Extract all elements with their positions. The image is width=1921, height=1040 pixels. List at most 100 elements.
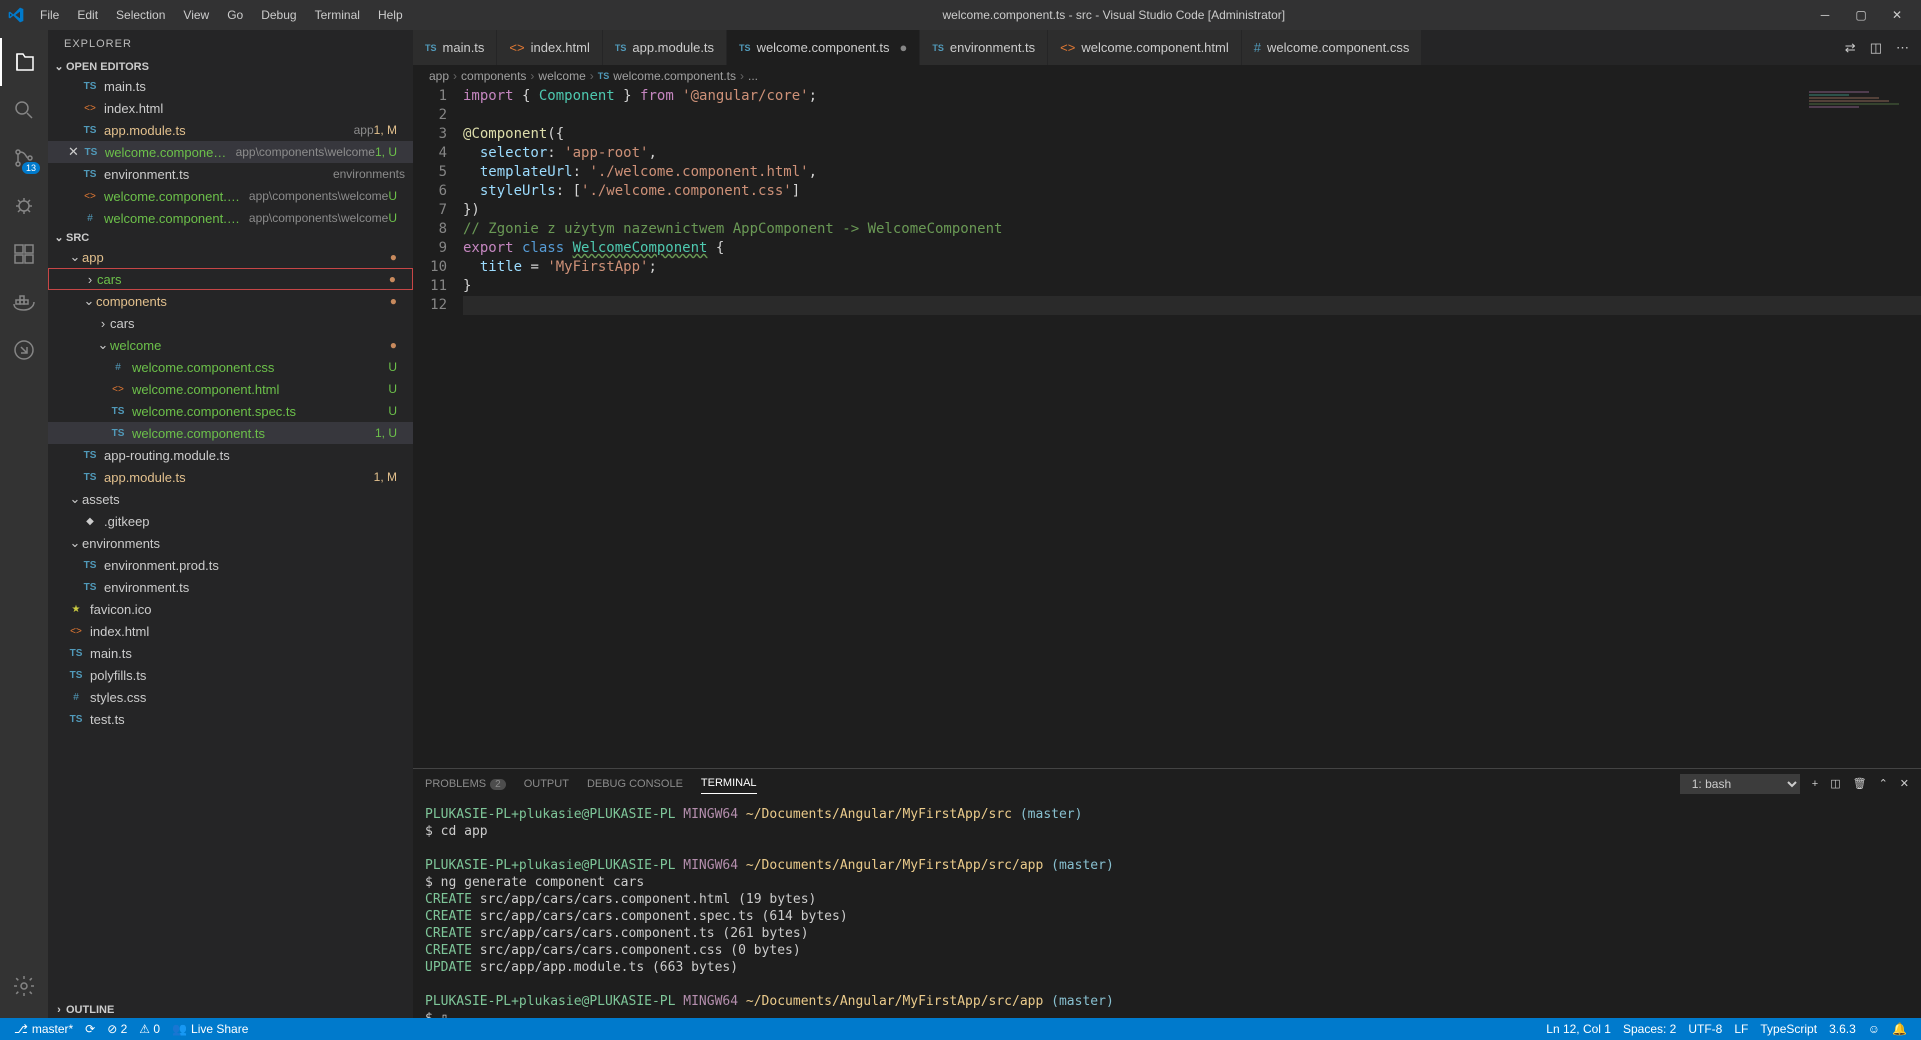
editor-tab[interactable]: TSapp.module.ts: [603, 30, 727, 65]
tree-file[interactable]: TSwelcome.component.ts1, U: [48, 422, 413, 444]
tree-folder[interactable]: ⌄app●: [48, 246, 413, 268]
editor-tab[interactable]: TSenvironment.ts: [920, 30, 1048, 65]
tab-label: app.module.ts: [632, 40, 714, 55]
tree-file[interactable]: TSwelcome.component.spec.tsU: [48, 400, 413, 422]
tab-debug-console[interactable]: DEBUG CONSOLE: [587, 774, 683, 794]
src-header[interactable]: ⌄SRC: [48, 229, 413, 246]
status-lang[interactable]: TypeScript: [1754, 1022, 1823, 1036]
editor-tab[interactable]: TSwelcome.component.ts●: [727, 30, 920, 65]
breadcrumb-item[interactable]: welcome: [538, 69, 585, 83]
tree-file[interactable]: TSpolyfills.ts: [48, 664, 413, 686]
terminal[interactable]: PLUKASIE-PL+plukasie@PLUKASIE-PL MINGW64…: [413, 798, 1921, 1018]
status-spaces[interactable]: Spaces: 2: [1617, 1022, 1682, 1036]
close-window-button[interactable]: ✕: [1889, 8, 1905, 22]
open-editor-item[interactable]: TSapp.module.tsapp1, M: [48, 119, 413, 141]
tree-file[interactable]: #welcome.component.cssU: [48, 356, 413, 378]
status-liveshare[interactable]: 👥 Live Share: [166, 1022, 254, 1036]
menu-edit[interactable]: Edit: [69, 4, 106, 26]
tree-file[interactable]: ◆.gitkeep: [48, 510, 413, 532]
breadcrumb-item[interactable]: app: [429, 69, 449, 83]
status-encoding[interactable]: UTF-8: [1682, 1022, 1728, 1036]
code-editor[interactable]: 123456789101112 import { Component } fro…: [413, 87, 1921, 768]
breadcrumb[interactable]: app› components› welcome› TS welcome.com…: [413, 65, 1921, 87]
open-editor-item[interactable]: TSenvironment.tsenvironments: [48, 163, 413, 185]
outline-header[interactable]: ›OUTLINE: [48, 1002, 413, 1018]
maximize-button[interactable]: ▢: [1853, 8, 1869, 22]
activity-explorer[interactable]: [0, 38, 48, 86]
tree-file[interactable]: TSenvironment.prod.ts: [48, 554, 413, 576]
open-editor-item[interactable]: ✕TSwelcome.component.tsapp\components\we…: [48, 141, 413, 163]
tree-file[interactable]: TSapp-routing.module.ts: [48, 444, 413, 466]
tree-folder[interactable]: ›cars●: [48, 268, 413, 290]
editor-tab[interactable]: TSmain.ts: [413, 30, 497, 65]
breadcrumb-item[interactable]: ...: [748, 69, 758, 83]
activity-search[interactable]: [0, 86, 48, 134]
status-sync[interactable]: ⟳: [79, 1022, 101, 1036]
terminal-select[interactable]: 1: bash: [1680, 774, 1800, 794]
open-editors-header[interactable]: ⌄OPEN EDITORS: [48, 58, 413, 75]
status-feedback[interactable]: ☺: [1862, 1022, 1886, 1036]
menu-selection[interactable]: Selection: [108, 4, 173, 26]
code-content[interactable]: import { Component } from '@angular/core…: [463, 87, 1921, 768]
activity-test[interactable]: [0, 326, 48, 374]
tab-dirty-icon[interactable]: ●: [900, 40, 908, 55]
status-cursor[interactable]: Ln 12, Col 1: [1540, 1022, 1617, 1036]
editor-tab[interactable]: #welcome.component.css: [1242, 30, 1423, 65]
menu-go[interactable]: Go: [219, 4, 251, 26]
menu-debug[interactable]: Debug: [253, 4, 304, 26]
editor-tab[interactable]: <>index.html: [497, 30, 602, 65]
activity-extensions[interactable]: [0, 230, 48, 278]
close-panel-icon[interactable]: ✕: [1900, 777, 1909, 790]
tab-terminal[interactable]: TERMINAL: [701, 773, 757, 794]
compare-icon[interactable]: ⇄: [1845, 40, 1856, 56]
tree-file[interactable]: TSenvironment.ts: [48, 576, 413, 598]
activity-settings[interactable]: [0, 962, 48, 1010]
chevron-icon: ⌄: [96, 337, 110, 353]
tab-output[interactable]: OUTPUT: [524, 774, 569, 794]
split-editor-icon[interactable]: ◫: [1870, 40, 1882, 56]
status-bell[interactable]: 🔔: [1886, 1022, 1913, 1036]
tree-folder[interactable]: ›cars: [48, 312, 413, 334]
minimize-button[interactable]: ─: [1817, 8, 1833, 22]
minimap[interactable]: [1809, 91, 1909, 121]
status-warnings[interactable]: ⚠ 0: [133, 1022, 166, 1036]
file-path: environments: [333, 167, 405, 181]
open-editor-item[interactable]: <>welcome.component.htmlapp\components\w…: [48, 185, 413, 207]
maximize-panel-icon[interactable]: ⌃: [1879, 777, 1888, 790]
status-version[interactable]: 3.6.3: [1823, 1022, 1862, 1036]
breadcrumb-item[interactable]: welcome.component.ts: [613, 69, 736, 83]
tree-file[interactable]: ★favicon.ico: [48, 598, 413, 620]
split-terminal-icon[interactable]: ◫: [1830, 777, 1840, 790]
tree-file[interactable]: <>index.html: [48, 620, 413, 642]
open-editor-item[interactable]: TSmain.ts: [48, 75, 413, 97]
new-terminal-icon[interactable]: +: [1812, 778, 1818, 790]
file-name: .gitkeep: [104, 514, 405, 529]
menu-file[interactable]: File: [32, 4, 67, 26]
tree-folder[interactable]: ⌄welcome●: [48, 334, 413, 356]
open-editor-item[interactable]: <>index.html: [48, 97, 413, 119]
tree-folder[interactable]: ⌄environments: [48, 532, 413, 554]
close-icon[interactable]: ✕: [68, 144, 79, 160]
tab-problems[interactable]: PROBLEMS2: [425, 774, 506, 794]
tree-folder[interactable]: ⌄components●: [48, 290, 413, 312]
tree-file[interactable]: TStest.ts: [48, 708, 413, 730]
kill-terminal-icon[interactable]: 🗑: [1853, 777, 1867, 790]
status-eol[interactable]: LF: [1728, 1022, 1754, 1036]
more-icon[interactable]: ⋯: [1896, 40, 1909, 56]
breadcrumb-item[interactable]: components: [461, 69, 526, 83]
open-editor-item[interactable]: #welcome.component.cssapp\components\wel…: [48, 207, 413, 229]
tree-file[interactable]: TSapp.module.ts1, M: [48, 466, 413, 488]
activity-debug[interactable]: [0, 182, 48, 230]
menu-help[interactable]: Help: [370, 4, 411, 26]
menu-terminal[interactable]: Terminal: [307, 4, 368, 26]
activity-docker[interactable]: [0, 278, 48, 326]
tree-folder[interactable]: ⌄assets: [48, 488, 413, 510]
status-errors[interactable]: ⊘ 2: [101, 1022, 133, 1036]
editor-tab[interactable]: <>welcome.component.html: [1048, 30, 1242, 65]
tree-file[interactable]: TSmain.ts: [48, 642, 413, 664]
menu-view[interactable]: View: [175, 4, 217, 26]
tree-file[interactable]: #styles.css: [48, 686, 413, 708]
tree-file[interactable]: <>welcome.component.htmlU: [48, 378, 413, 400]
activity-scm[interactable]: 13: [0, 134, 48, 182]
status-branch[interactable]: ⎇ master*: [8, 1022, 79, 1036]
